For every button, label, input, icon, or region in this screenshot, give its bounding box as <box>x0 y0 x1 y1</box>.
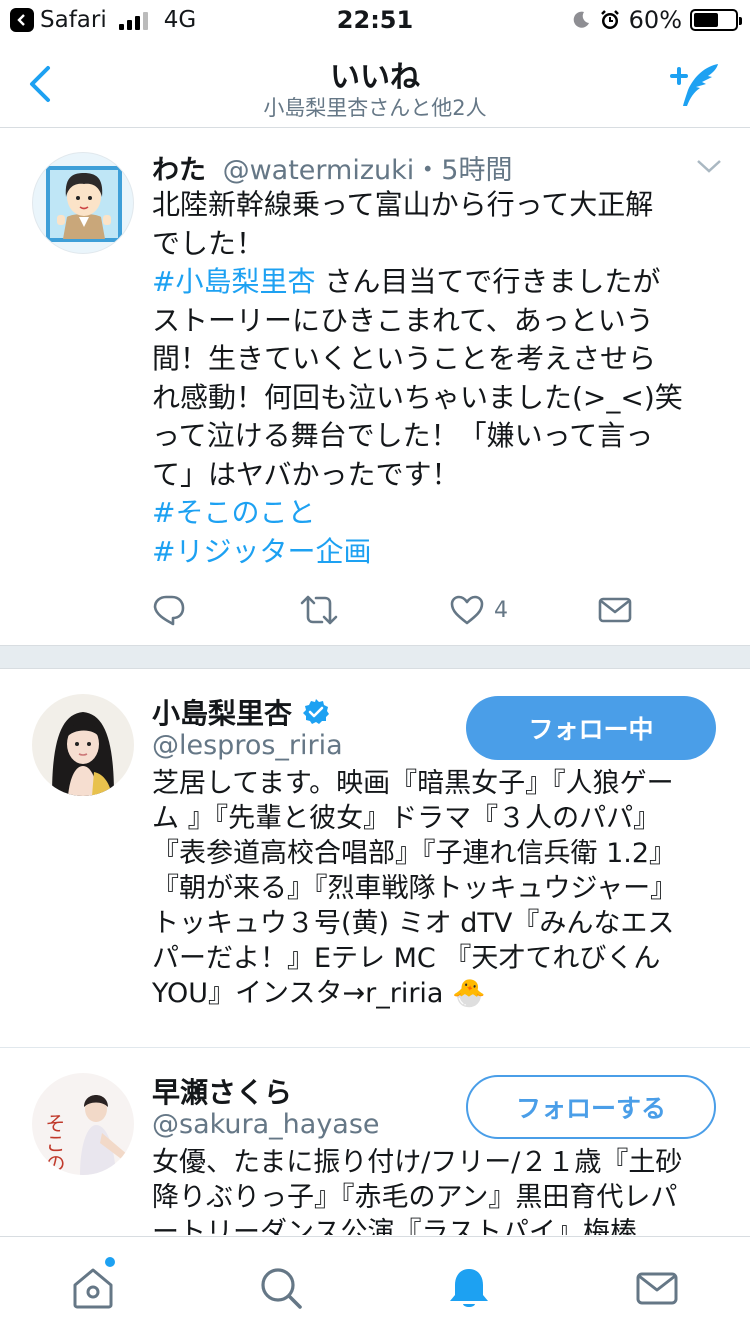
tweet-header: わた @watermizuki・5時間 <box>152 148 512 187</box>
bio-line: ートリーダンス公演『ラストパイ』梅棒 <box>152 1217 637 1235</box>
retweet-button[interactable] <box>300 590 338 630</box>
user-handle: @lespros_riria <box>152 730 343 761</box>
page-subtitle: 小島梨里杏さんと他2人 <box>263 96 487 120</box>
user-avatar[interactable]: そこのこと <box>32 1073 134 1175</box>
user-avatar[interactable] <box>32 694 134 796</box>
hashtag-link[interactable]: #リジッター企画 <box>152 533 722 572</box>
hashtag-link[interactable]: #小島梨里杏 <box>152 265 315 298</box>
tweet-author-avatar[interactable] <box>32 152 134 254</box>
following-button[interactable]: フォロー中 <box>466 696 716 760</box>
battery-icon <box>690 9 742 31</box>
chevron-down-icon[interactable] <box>696 158 722 174</box>
home-notification-dot <box>105 1257 115 1267</box>
tweet-text: 北陸新幹線乗って富山から行って大正解 でした！ #小島梨里杏 さん目当てで行きま… <box>152 186 722 571</box>
notifications-icon[interactable] <box>446 1265 492 1311</box>
bio-line: 『表参道高校合唱部』『子連れ信兵衛 1.2』 <box>152 838 677 869</box>
tweet[interactable]: わた @watermizuki・5時間 北陸新幹線乗って富山から行って大正解 で… <box>0 130 750 645</box>
compose-tweet-icon[interactable] <box>666 60 722 110</box>
tweet-line: でした！ <box>152 226 265 260</box>
bio-line: YOU』インスタ→r_riria 🐣 <box>152 978 486 1009</box>
avatar-logo-text: そこのこと <box>42 1113 66 1175</box>
user-row[interactable]: 小島梨里杏 @lespros_riria フォロー中 芝居してます。映画『暗黒女… <box>0 670 750 1048</box>
tweet-actions: 4 <box>152 590 652 630</box>
follow-button[interactable]: フォローする <box>466 1075 716 1139</box>
bio-line: 『朝が来る』『烈車戦隊トッキュウジャー』 <box>152 873 678 904</box>
verified-badge-icon <box>303 699 330 724</box>
status-bar: Safari 4G 22:51 60% <box>0 0 750 40</box>
tweet-line: れ感動！何回も泣いちゃいました(>_<)笑 <box>152 380 683 414</box>
user-bio: 女優、たまに振り付け/フリー/２１歳『土砂 降りぶりっ子』『赤毛のアン』黒田育代… <box>152 1145 732 1235</box>
bio-line: トッキュウ３号(黄) ミオ dTV『みんなエス <box>152 908 675 939</box>
user-bio: 芝居してます。映画『暗黒女子』『人狼ゲー ム 』『先輩と彼女』ドラマ『３人のパパ… <box>152 766 732 1011</box>
tab-bar <box>0 1236 750 1334</box>
tweet-author-handle[interactable]: @watermizuki <box>223 155 415 186</box>
user-name-row: 小島梨里杏 <box>152 692 330 732</box>
search-icon[interactable] <box>258 1265 304 1311</box>
like-count: 4 <box>494 597 508 623</box>
user-row[interactable]: そこのこと 早瀬さくら @sakura_hayase フォローする 女優、たまに… <box>0 1049 750 1235</box>
tweet-line: って泣ける舞台でした！「嫌いって言っ <box>152 419 654 452</box>
moon-icon <box>573 11 589 28</box>
user-name-row: 早瀬さくら <box>152 1071 292 1111</box>
alarm-icon <box>600 10 619 29</box>
user-name[interactable]: 早瀬さくら <box>152 1071 292 1111</box>
bio-line: 降りぶりっ子』『赤毛のアン』黒田育代レパ <box>152 1182 678 1213</box>
reply-button[interactable] <box>152 590 186 630</box>
tweet-timestamp: ・5時間 <box>414 155 513 186</box>
section-divider <box>0 645 750 669</box>
tweet-author-name[interactable]: わた <box>152 155 206 186</box>
tweet-line-text: さん目当てで行きましたが <box>324 265 661 298</box>
retweet-icon <box>300 595 338 625</box>
battery-percent: 60% <box>628 6 682 34</box>
tweet-line: 北陸新幹線乗って富山から行って大正解 <box>152 188 654 221</box>
messages-icon[interactable] <box>634 1265 680 1311</box>
reply-icon <box>153 595 185 626</box>
tweet-line: #小島梨里杏 さん目当てで行きましたが <box>152 263 722 302</box>
tweet-line: ストーリーにひきこまれて、あっという <box>152 303 654 337</box>
bio-line: 女優、たまに振り付け/フリー/２１歳『土砂 <box>152 1147 683 1178</box>
tweet-line: 間！生きていくということを考えさせら <box>152 342 657 375</box>
bio-line: パーだよ！』Eテレ MC 『天才てれびくん <box>152 943 661 974</box>
bio-line: 芝居してます。映画『暗黒女子』『人狼ゲー <box>152 768 674 799</box>
page-title: いいね <box>330 60 420 95</box>
share-dm-button[interactable] <box>598 590 632 630</box>
like-button[interactable]: 4 <box>450 590 508 630</box>
nav-bar: いいね 小島梨里杏さんと他2人 <box>0 40 750 128</box>
hashtag-link[interactable]: #そこのこと <box>152 494 722 533</box>
home-icon[interactable] <box>70 1265 116 1311</box>
user-handle: @sakura_hayase <box>152 1109 380 1140</box>
heart-icon <box>450 595 484 625</box>
user-name[interactable]: 小島梨里杏 <box>152 692 292 732</box>
tweet-line: て」はヤバかったです！ <box>152 457 460 491</box>
envelope-icon <box>598 597 632 623</box>
bio-line: ム 』『先輩と彼女』ドラマ『３人のパパ』 <box>152 803 661 834</box>
